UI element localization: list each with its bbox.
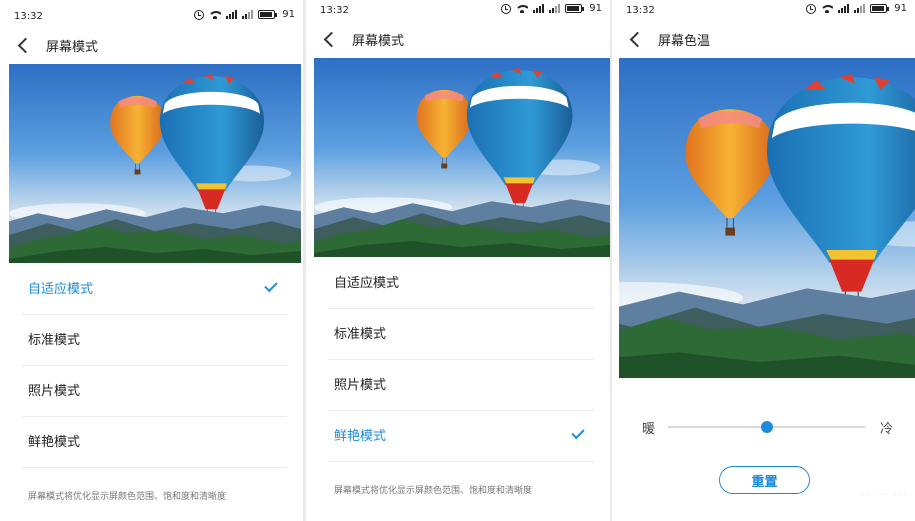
screen-mode-panel-adaptive: 13:32 91 屏幕模式 自适应模式 标准模式 照片模式 鲜艳模式 屏幕模式将…: [0, 0, 303, 521]
color-temperature-slider-row: 暖 冷: [612, 414, 915, 440]
page-title: 屏幕色温: [658, 34, 711, 49]
wifi-icon: [209, 10, 222, 19]
wifi-icon: [516, 4, 529, 13]
preview-image: [9, 64, 301, 263]
mode-list: 自适应模式 标准模式 照片模式 鲜艳模式: [22, 264, 287, 468]
battery-icon: [258, 10, 278, 19]
status-time: 13:32: [626, 5, 655, 16]
page-title: 屏幕模式: [352, 34, 405, 49]
wifi-icon: [821, 4, 834, 13]
option-label: 自适应模式: [28, 282, 94, 297]
mode-list: 自适应模式 标准模式 照片模式 鲜艳模式: [328, 258, 594, 462]
balloon-landscape-image: [314, 58, 610, 257]
status-time: 13:32: [14, 11, 43, 22]
warm-label: 暖: [642, 422, 656, 437]
option-adaptive-mode[interactable]: 自适应模式: [328, 258, 594, 309]
option-label: 照片模式: [334, 378, 387, 393]
mode-description: 屏幕模式将优化显示屏颜色范围、饱和度和清晰度: [334, 486, 533, 496]
battery-level: 91: [894, 3, 907, 14]
status-bar: 13:32 91: [612, 0, 915, 24]
option-vivid-mode[interactable]: 鲜艳模式: [22, 417, 287, 468]
option-label: 自适应模式: [334, 276, 400, 291]
status-time: 13:32: [320, 5, 349, 16]
cold-label: 冷: [879, 422, 893, 437]
option-vivid-mode[interactable]: 鲜艳模式: [328, 411, 594, 462]
option-label: 鲜艳模式: [28, 435, 81, 450]
option-label: 鲜艳模式: [334, 429, 387, 444]
checkmark-icon: [264, 278, 278, 293]
option-label: 标准模式: [334, 327, 387, 342]
color-temperature-thumb[interactable]: [760, 421, 773, 433]
page-title: 屏幕模式: [46, 40, 99, 55]
back-arrow-icon[interactable]: [323, 31, 340, 48]
reset-button[interactable]: 重置: [719, 466, 810, 494]
signal-icon: [533, 4, 545, 13]
checkmark-icon: [571, 425, 585, 440]
alarm-icon: [806, 3, 817, 14]
watermark: ··· ··· ···: [857, 488, 907, 501]
title-bar: 屏幕色温: [612, 25, 915, 55]
option-label: 标准模式: [28, 333, 81, 348]
title-bar: 屏幕模式: [0, 31, 303, 61]
option-photo-mode[interactable]: 照片模式: [22, 366, 287, 417]
balloon-landscape-image: [9, 64, 301, 263]
preview-image: [314, 58, 610, 257]
back-arrow-icon[interactable]: [629, 31, 646, 48]
battery-level: 91: [589, 3, 602, 14]
option-photo-mode[interactable]: 照片模式: [328, 360, 594, 411]
signal-icon: [549, 4, 561, 13]
alarm-icon: [194, 9, 205, 20]
balloon-landscape-image: [619, 58, 915, 378]
signal-icon: [242, 10, 254, 19]
battery-icon: [565, 4, 585, 13]
signal-icon: [838, 4, 850, 13]
color-temperature-panel: 13:32 91 屏幕色温 暖 冷 重置 ··· ··· ···: [612, 0, 915, 521]
title-bar: 屏幕模式: [306, 25, 610, 55]
option-standard-mode[interactable]: 标准模式: [22, 315, 287, 366]
back-arrow-icon[interactable]: [17, 37, 34, 54]
screen-mode-panel-vivid: 13:32 91 屏幕模式 自适应模式 标准模式 照片模式 鲜艳模式 屏幕模式将…: [306, 0, 610, 521]
option-label: 照片模式: [28, 384, 81, 399]
status-bar: 13:32 91: [0, 4, 303, 30]
option-standard-mode[interactable]: 标准模式: [328, 309, 594, 360]
color-temperature-track[interactable]: [668, 421, 865, 433]
mode-description: 屏幕模式将优化显示屏颜色范围、饱和度和清晰度: [28, 492, 227, 502]
alarm-icon: [501, 3, 512, 14]
signal-icon: [854, 4, 866, 13]
battery-level: 91: [282, 9, 295, 20]
preview-image: [619, 58, 915, 378]
battery-icon: [870, 4, 890, 13]
status-bar: 13:32 91: [306, 0, 610, 24]
option-adaptive-mode[interactable]: 自适应模式: [22, 264, 287, 315]
signal-icon: [226, 10, 238, 19]
